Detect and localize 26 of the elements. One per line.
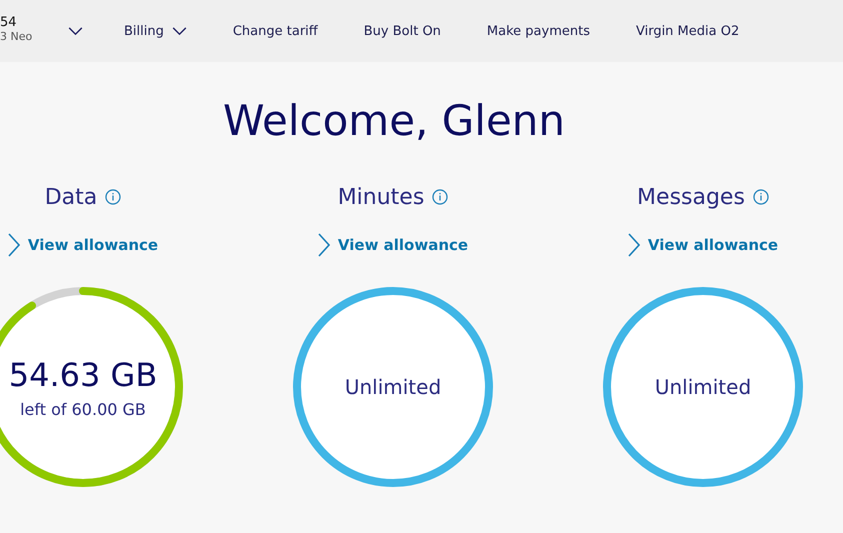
chevron-down-icon[interactable] <box>68 26 83 36</box>
allowance-value: 54.63 GB <box>8 356 158 394</box>
allowance-caption: left of 60.00 GB <box>20 400 146 418</box>
info-icon[interactable] <box>432 189 448 205</box>
nav-link[interactable]: Billing <box>124 24 187 38</box>
device-name: 3 Neo <box>0 30 34 43</box>
info-icon[interactable] <box>752 189 769 205</box>
chevron-right-icon[interactable] <box>8 233 20 257</box>
account-number: 54 <box>0 15 18 30</box>
allowance-value: Unlimited <box>344 375 442 399</box>
nav-link[interactable]: Buy Bolt On <box>364 24 441 38</box>
allowance-title: Data <box>44 184 98 210</box>
info-icon[interactable] <box>105 189 122 205</box>
allowance-value: Unlimited <box>654 375 752 399</box>
chevron-down-icon[interactable] <box>172 26 187 36</box>
allowance-title: Messages <box>637 184 745 210</box>
chevron-right-icon[interactable] <box>628 233 640 257</box>
nav-link[interactable]: Change tariff <box>232 24 318 38</box>
chevron-right-icon[interactable] <box>318 233 330 257</box>
view-allowance-link[interactable]: View allowance <box>338 236 468 254</box>
nav-link[interactable]: Make payments <box>486 24 590 38</box>
allowance-title: Minutes <box>338 184 424 210</box>
view-allowance-link[interactable]: View allowance <box>648 236 778 254</box>
view-allowance-link[interactable]: View allowance <box>28 236 158 254</box>
welcome-heading: Welcome, Glenn <box>222 95 566 147</box>
nav-link[interactable]: Virgin Media O2 <box>636 24 740 38</box>
